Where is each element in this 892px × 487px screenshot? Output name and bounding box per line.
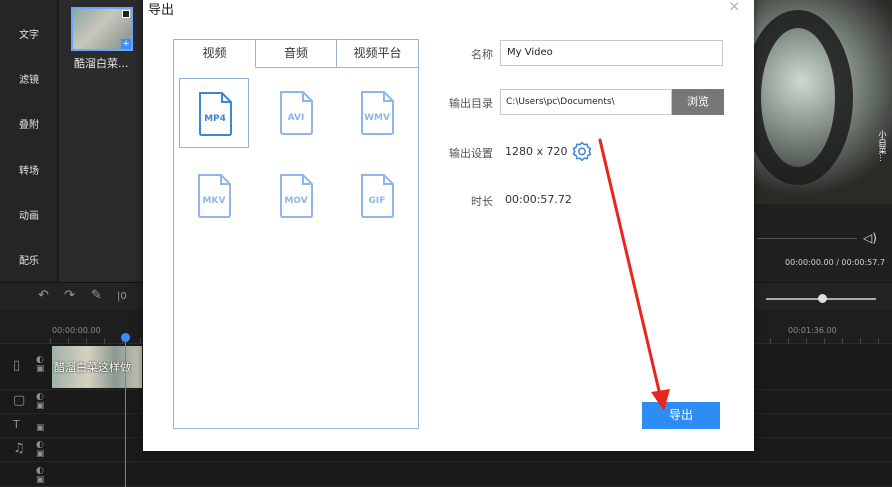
undo-icon[interactable]: ↶ xyxy=(38,288,49,303)
format-wmv[interactable]: WMV xyxy=(342,78,412,148)
format-gif-label: GIF xyxy=(368,196,386,206)
add-icon[interactable]: + xyxy=(121,39,131,49)
checkbox-icon[interactable] xyxy=(122,10,130,18)
format-mov[interactable]: MOV xyxy=(261,161,331,231)
format-avi-label: AVI xyxy=(287,113,305,123)
duration-label: 时长 xyxy=(471,195,493,208)
format-mp4[interactable]: MP4 xyxy=(179,78,249,148)
ruler-start-time: 00:00:00.00 xyxy=(52,326,101,335)
sidebar-item-transition[interactable]: 转场 xyxy=(0,162,58,177)
timeline-clip-text: 醋溜白菜这样做 xyxy=(54,361,131,374)
format-gif[interactable]: GIF xyxy=(342,161,412,231)
sidebar-item-music[interactable]: 配乐 xyxy=(0,252,58,267)
edit-icon[interactable]: ✎ xyxy=(91,288,102,303)
music-track-icon: ♫ xyxy=(13,441,25,456)
format-mp4-label: MP4 xyxy=(204,114,226,124)
settings-gear-icon[interactable] xyxy=(571,141,593,163)
name-label: 名称 xyxy=(471,48,493,61)
dialog-title: 导出 xyxy=(148,3,175,18)
lock-icon[interactable]: ◐ ▣ xyxy=(36,356,45,374)
playhead[interactable] xyxy=(125,334,126,487)
resolution-value: 1280 x 720 xyxy=(505,145,568,158)
format-mkv[interactable]: MKV xyxy=(179,161,249,231)
output-settings-label: 输出设置 xyxy=(449,147,493,160)
split-icon[interactable]: |0 xyxy=(117,291,127,302)
lock-icon[interactable]: ◐ ▣ xyxy=(36,393,45,411)
tab-video[interactable]: 视频 xyxy=(174,40,256,68)
preview-image xyxy=(753,10,853,185)
video-track-icon: ▯ xyxy=(13,358,21,373)
sidebar-item-animation[interactable]: 动画 xyxy=(0,207,58,222)
video-editor-window: 文字 滤镜 叠附 转场 动画 配乐 + 酷溜白菜... 小白菜... ◁) 00… xyxy=(0,0,892,487)
left-sidebar: 文字 滤镜 叠附 转场 动画 配乐 xyxy=(0,0,58,282)
preview-controls: ◁) 00:00:00.00 / 00:00:57.7 xyxy=(753,204,892,282)
duration-value: 00:00:57.72 xyxy=(505,193,572,206)
export-button[interactable]: 导出 xyxy=(642,402,720,429)
preview-time: 00:00:00.00 / 00:00:57.7 xyxy=(785,258,885,267)
format-panel: 视频 音频 视频平台 MP4 AVI WMV MKV MOV GIF xyxy=(173,39,419,429)
tab-audio[interactable]: 音频 xyxy=(256,40,337,68)
sidebar-item-filter[interactable]: 滤镜 xyxy=(0,71,58,86)
lock-icon[interactable]: ▣ xyxy=(36,424,45,433)
tab-video-platform[interactable]: 视频平台 xyxy=(337,40,418,68)
output-dir-input[interactable]: C:\Users\pc\Documents\ xyxy=(500,89,672,115)
zoom-slider-handle[interactable] xyxy=(818,294,827,303)
audio-track: ◐ ▣ xyxy=(0,462,892,487)
sidebar-item-text[interactable]: 文字 xyxy=(0,26,58,41)
export-dialog: 导出 × 视频 音频 视频平台 MP4 AVI WMV MKV MOV GIF … xyxy=(143,0,754,451)
browse-button[interactable]: 浏览 xyxy=(672,89,724,115)
format-wmv-label: WMV xyxy=(364,113,390,123)
media-library: + 酷溜白菜... xyxy=(59,0,145,282)
ruler-mark-time: 00:01:36.00 xyxy=(788,326,837,335)
preview-progress-bar[interactable] xyxy=(757,238,857,239)
volume-icon[interactable]: ◁) xyxy=(863,231,877,245)
preview-caption: 小白菜... xyxy=(878,130,887,162)
lock-icon[interactable]: ◐ ▣ xyxy=(36,467,45,485)
output-dir-label: 输出目录 xyxy=(449,97,493,110)
name-input[interactable]: My Video xyxy=(500,40,723,66)
playhead-handle[interactable] xyxy=(121,333,130,342)
overlay-track-icon: ▢ xyxy=(13,393,26,408)
text-track-icon: T xyxy=(13,418,20,431)
sidebar-item-overlay[interactable]: 叠附 xyxy=(0,116,58,131)
redo-icon[interactable]: ↷ xyxy=(64,288,75,303)
media-thumbnail[interactable]: + xyxy=(71,7,133,51)
video-preview: 小白菜... xyxy=(753,0,892,204)
lock-icon[interactable]: ◐ ▣ xyxy=(36,441,45,459)
format-mov-label: MOV xyxy=(284,196,308,206)
close-icon[interactable]: × xyxy=(728,0,741,15)
format-avi[interactable]: AVI xyxy=(261,78,331,148)
media-thumbnail-label: 酷溜白菜... xyxy=(74,57,129,70)
format-mkv-label: MKV xyxy=(202,196,226,206)
timeline-clip[interactable]: 醋溜白菜这样做 xyxy=(52,346,142,388)
